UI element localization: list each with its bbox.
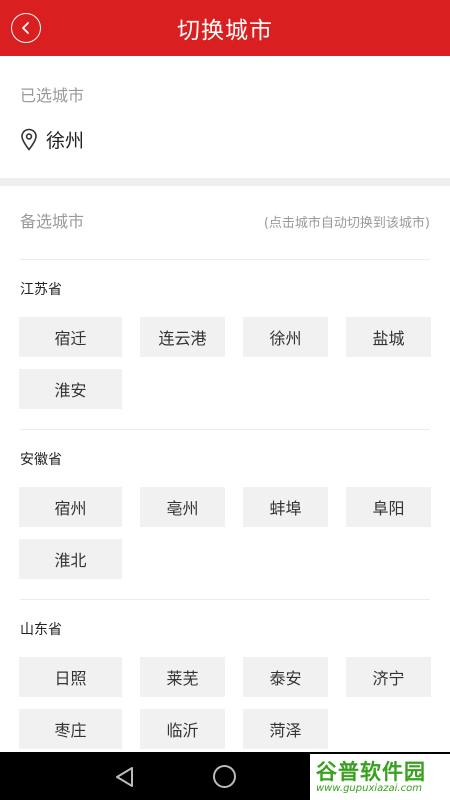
- city-button[interactable]: 莱芜: [140, 657, 225, 697]
- selected-city-section: 已选城市 徐州: [0, 56, 450, 178]
- province-name: 山东省: [20, 622, 62, 638]
- page-title: 切换城市: [177, 18, 273, 44]
- nav-back-icon[interactable]: [114, 766, 136, 788]
- city-button[interactable]: 宿州: [19, 487, 122, 527]
- watermark: 谷普软件园 www.gupuxiazai.com: [310, 754, 450, 800]
- candidate-city-section: 备选城市 (点击城市自动切换到该城市) 江苏省宿迁 连云港 徐州 盐城淮安安徽省宿州亳…: [0, 186, 450, 752]
- city-button[interactable]: 泰安: [243, 657, 328, 697]
- candidate-header: 备选城市 (点击城市自动切换到该城市): [20, 208, 430, 232]
- city-button[interactable]: 阜阳: [346, 487, 431, 527]
- province-divider: [20, 599, 430, 600]
- nav-home-icon[interactable]: [213, 765, 236, 788]
- city-button[interactable]: 枣庄: [19, 709, 122, 749]
- province-divider: [20, 429, 430, 430]
- watermark-url: www.gupuxiazai.com: [316, 783, 422, 794]
- selected-city-name: 徐州: [46, 130, 85, 152]
- app-header: 切换城市: [0, 0, 450, 56]
- section-gap: [0, 178, 450, 186]
- selected-city: 徐州: [20, 126, 84, 153]
- city-button[interactable]: 盐城: [346, 317, 431, 357]
- province-divider: [20, 259, 430, 260]
- province-name: 安徽省: [20, 452, 62, 468]
- back-button[interactable]: [11, 13, 41, 43]
- selected-city-label: 已选城市: [20, 86, 85, 105]
- city-button[interactable]: 菏泽: [243, 709, 328, 749]
- city-button[interactable]: 蚌埠: [243, 487, 328, 527]
- city-button[interactable]: 淮北: [19, 539, 122, 579]
- province-name: 江苏省: [20, 282, 62, 298]
- chevron-left-icon: [22, 22, 29, 34]
- city-button[interactable]: 济宁: [346, 657, 431, 697]
- city-button[interactable]: 亳州: [140, 487, 225, 527]
- location-pin-icon: [21, 128, 37, 151]
- city-button[interactable]: 日照: [19, 657, 122, 697]
- city-button[interactable]: 临沂: [140, 709, 225, 749]
- city-button[interactable]: 宿迁: [19, 317, 122, 357]
- city-button[interactable]: 连云港: [140, 317, 225, 357]
- candidate-title: 备选城市: [20, 212, 85, 231]
- watermark-brand: 谷普软件园: [316, 760, 426, 784]
- city-button[interactable]: 徐州: [243, 317, 328, 357]
- city-button[interactable]: 淮安: [19, 369, 122, 409]
- candidate-hint: (点击城市自动切换到该城市): [263, 216, 430, 231]
